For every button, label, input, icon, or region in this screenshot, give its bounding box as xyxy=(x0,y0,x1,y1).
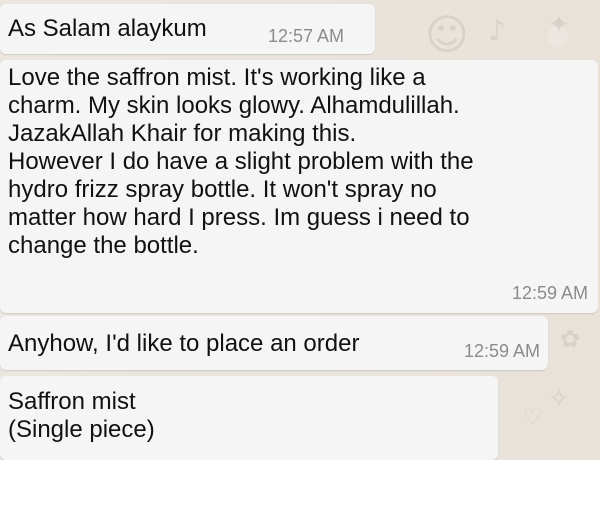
incoming-message-feedback: Love the saffron mist. It's working like… xyxy=(0,60,598,313)
message-text: As Salam alaykum xyxy=(8,15,207,42)
message-line: hydro frizz spray bottle. It won't spray… xyxy=(8,176,437,203)
message-text: Anyhow, I'd like to place an order xyxy=(8,330,360,357)
chat-area: ☺ ♪ ✦ ✧ ♡ ✿ As Salam alaykum 12:57 AM Lo… xyxy=(0,0,600,460)
message-timestamp: 12:59 AM xyxy=(511,283,588,303)
message-line: However I do have a slight problem with … xyxy=(8,148,474,175)
message-line: Love the saffron mist. It's working like… xyxy=(8,64,426,91)
message-text: Saffron mist (Single piece) xyxy=(8,388,288,444)
message-line: matter how hard I press. Im guess i need… xyxy=(8,204,470,231)
incoming-message-order-request: Anyhow, I'd like to place an order 12:59… xyxy=(0,316,548,370)
message-timestamp: 12:59 AM xyxy=(463,341,540,361)
message-line: (Single piece) xyxy=(8,416,155,443)
message-line: change the bottle. xyxy=(8,232,199,259)
incoming-message-greeting: As Salam alaykum 12:57 AM xyxy=(0,4,375,54)
message-line: JazakAllah Khair for making this. xyxy=(8,120,357,147)
message-text: Love the saffron mist. It's working like… xyxy=(8,64,578,260)
message-line: charm. My skin looks glowy. Alhamdulilla… xyxy=(8,92,460,119)
message-timestamp: 12:57 AM xyxy=(268,26,345,46)
message-line: Saffron mist xyxy=(8,388,136,415)
incoming-message-order-item: Saffron mist (Single piece) xyxy=(0,376,498,460)
